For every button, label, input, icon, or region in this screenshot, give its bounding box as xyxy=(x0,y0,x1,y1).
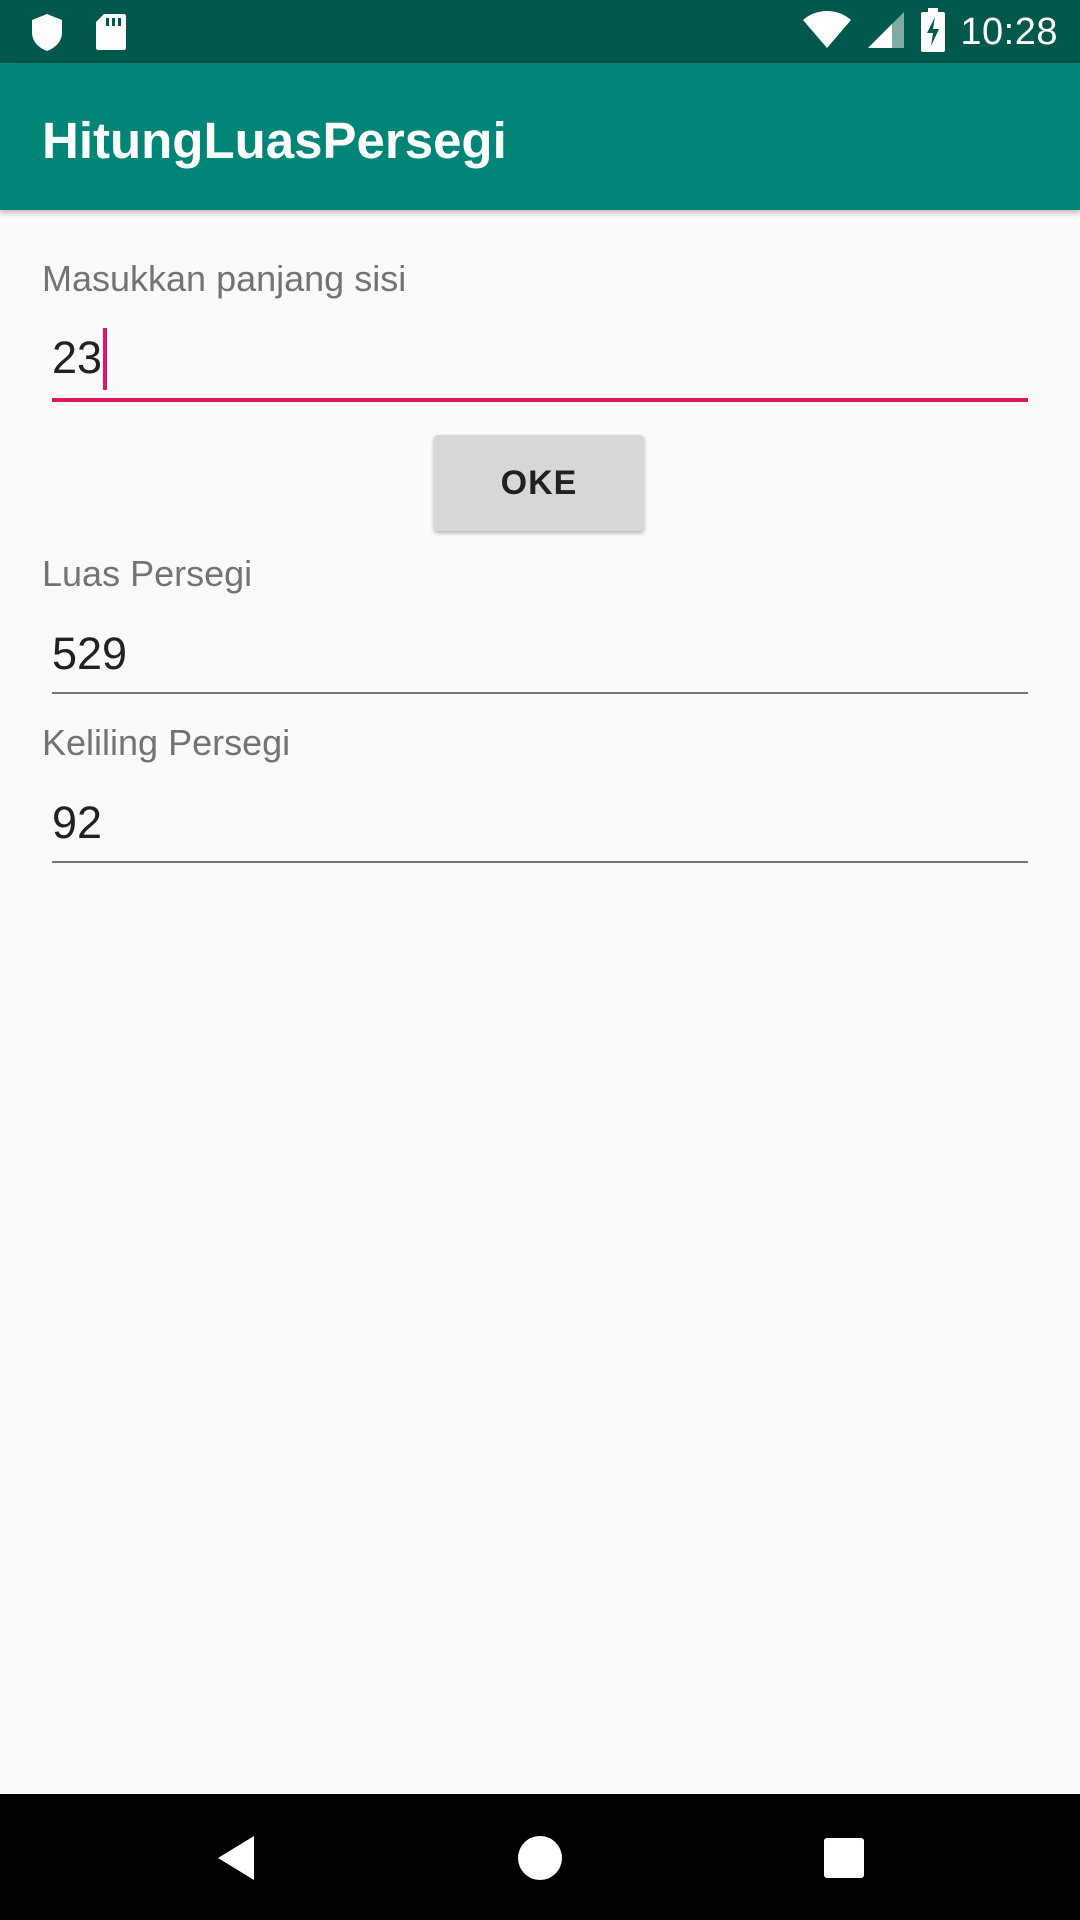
app-title: HitungLuasPersegi xyxy=(42,112,507,169)
oke-button[interactable]: OKE xyxy=(434,435,644,531)
perimeter-field[interactable]: 92 xyxy=(52,791,1028,863)
side-length-label: Masukkan panjang sisi xyxy=(42,258,407,299)
area-field[interactable]: 529 xyxy=(52,622,1028,694)
side-length-input[interactable]: 23 xyxy=(52,326,1028,402)
area-value: 529 xyxy=(52,628,128,679)
wifi-icon xyxy=(802,10,852,55)
app-bar: HitungLuasPersegi xyxy=(0,63,1080,210)
side-length-text: 23 xyxy=(52,332,103,383)
perimeter-label: Keliling Persegi xyxy=(42,722,291,763)
status-bar: 10:28 xyxy=(0,0,1080,63)
text-caret xyxy=(103,328,108,390)
status-left-icons xyxy=(30,12,128,57)
home-icon[interactable] xyxy=(512,1830,568,1886)
battery-charging-icon xyxy=(920,8,946,57)
recents-icon[interactable] xyxy=(816,1830,872,1886)
status-clock: 10:28 xyxy=(960,11,1058,53)
shield-icon xyxy=(30,12,64,57)
sd-card-icon xyxy=(94,12,128,57)
area-label: Luas Persegi xyxy=(42,553,253,594)
perimeter-value: 92 xyxy=(52,797,103,848)
back-icon[interactable] xyxy=(212,1830,268,1886)
signal-icon xyxy=(866,10,906,55)
navigation-bar xyxy=(0,1794,1080,1920)
status-right-icons: 10:28 xyxy=(802,8,1058,57)
side-length-value[interactable]: 23 xyxy=(52,322,108,390)
